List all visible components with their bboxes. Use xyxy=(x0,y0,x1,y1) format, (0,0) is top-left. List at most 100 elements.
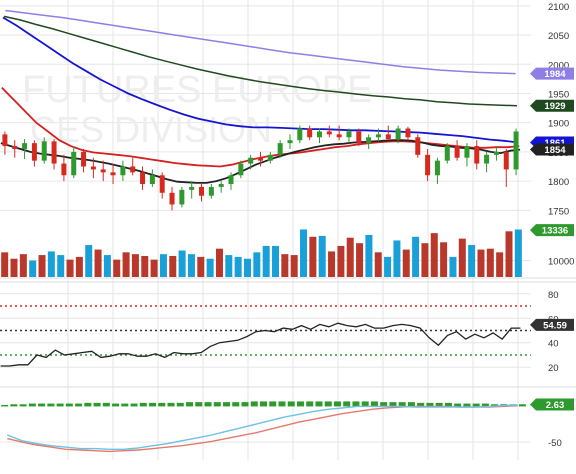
candle-body xyxy=(277,143,283,155)
volume-bar xyxy=(309,236,317,277)
volume-bar xyxy=(281,254,289,277)
macd-histogram-bar xyxy=(121,403,129,407)
tick-label: 1750 xyxy=(548,206,569,217)
volume-bar xyxy=(94,249,102,277)
macd-histogram-bar xyxy=(130,403,138,407)
stock-chart: FUTURES EUROPE CES DIVISION 175018001850… xyxy=(0,0,576,460)
volume-bar xyxy=(57,255,65,277)
volume-bar xyxy=(75,256,83,277)
macd-histogram-bar xyxy=(112,403,120,407)
candle-body xyxy=(474,146,480,164)
volume-bar xyxy=(477,249,485,277)
volume-bar xyxy=(337,245,345,277)
macd-histogram-bar xyxy=(296,401,304,407)
volume-bar xyxy=(47,251,55,277)
macd-histogram-bar xyxy=(223,402,231,407)
volume-bar xyxy=(150,259,158,277)
volume-bar xyxy=(38,255,46,277)
macd-histogram-bar xyxy=(47,403,55,407)
volume-bar xyxy=(318,235,326,277)
candle-body xyxy=(140,172,146,185)
volume-bar xyxy=(505,231,513,277)
tick-label: 1950 xyxy=(548,89,569,100)
rsi-badge-label: 54.59 xyxy=(543,320,567,331)
rsi-badge: 54.59 xyxy=(530,318,574,331)
volume-bar xyxy=(122,252,130,277)
candle-body xyxy=(493,151,499,155)
volume-bar xyxy=(346,237,354,277)
candle-body xyxy=(179,189,185,205)
volume-badge-label: 13336 xyxy=(542,226,568,237)
macd-histogram-bar xyxy=(186,402,194,407)
candle-body xyxy=(375,134,381,138)
candle-body xyxy=(208,186,214,196)
volume-bar xyxy=(496,252,504,277)
macd-histogram-bar xyxy=(518,404,526,407)
volume-bar xyxy=(393,240,401,277)
macd-histogram-bar xyxy=(232,402,240,407)
macd-histogram-bar xyxy=(454,403,462,407)
candle-body xyxy=(454,146,460,158)
volume-bar xyxy=(458,238,466,277)
candle-body xyxy=(149,175,155,185)
candle-body xyxy=(31,143,37,161)
macd-histogram-bar xyxy=(361,401,369,407)
candle-body xyxy=(385,134,391,140)
tick-label: 40 xyxy=(548,339,559,350)
candle-body xyxy=(503,151,509,170)
macd-histogram-bar xyxy=(278,401,286,407)
candle-body xyxy=(484,154,490,164)
volume-bar xyxy=(356,243,364,277)
candle-body xyxy=(267,154,273,161)
candle-body xyxy=(41,141,47,161)
volume-bar xyxy=(290,255,298,277)
candle-body xyxy=(169,192,175,205)
candle-body xyxy=(297,128,303,141)
macd-histogram-bar xyxy=(260,401,267,407)
candle-body xyxy=(110,172,116,176)
candle-body xyxy=(100,169,106,173)
volume-bar xyxy=(1,252,9,277)
candle-body xyxy=(464,146,470,158)
volume-bar xyxy=(169,255,177,277)
volume-bar xyxy=(103,255,111,277)
volume-bar xyxy=(262,245,270,277)
volume-bar xyxy=(328,251,336,277)
sma_green-badge: 1929 xyxy=(530,99,574,112)
macd-histogram-bar xyxy=(352,401,360,407)
volume-bar xyxy=(365,234,373,277)
macd-histogram-bar xyxy=(343,401,351,407)
macd-histogram-bar xyxy=(204,402,212,407)
macd-histogram-bar xyxy=(102,402,110,407)
macd-badge-label: 2.63 xyxy=(546,400,565,411)
volume-bar xyxy=(206,258,214,277)
candle-body xyxy=(130,166,136,173)
tick-label: 20 xyxy=(548,363,559,374)
candle-body xyxy=(81,151,87,167)
volume-bar xyxy=(514,229,522,277)
candle-body xyxy=(120,166,126,176)
candle-body xyxy=(434,160,440,176)
volume-bar xyxy=(449,256,457,277)
candle-body xyxy=(159,175,165,193)
candle-body xyxy=(71,151,77,176)
candle-body xyxy=(316,131,322,138)
volume-bar xyxy=(384,256,392,277)
macd-histogram-bar xyxy=(38,403,46,407)
macd-histogram-bar xyxy=(306,401,314,407)
tick-label: 2050 xyxy=(548,31,569,42)
macd-histogram-bar xyxy=(139,402,147,407)
volume-bar xyxy=(141,255,149,277)
candle-body xyxy=(90,166,96,170)
sma_fast-badge: 1854 xyxy=(530,143,574,156)
candle-body xyxy=(189,186,195,190)
candle-body xyxy=(444,146,450,161)
macd-histogram-bar xyxy=(19,404,27,407)
candle-body xyxy=(405,128,411,138)
candle-body xyxy=(336,134,342,138)
macd-histogram-bar xyxy=(1,405,9,407)
macd-line xyxy=(7,404,518,450)
macd-badge: 2.63 xyxy=(530,398,574,411)
candle-body xyxy=(2,134,8,147)
macd-histogram-bar xyxy=(10,404,18,407)
